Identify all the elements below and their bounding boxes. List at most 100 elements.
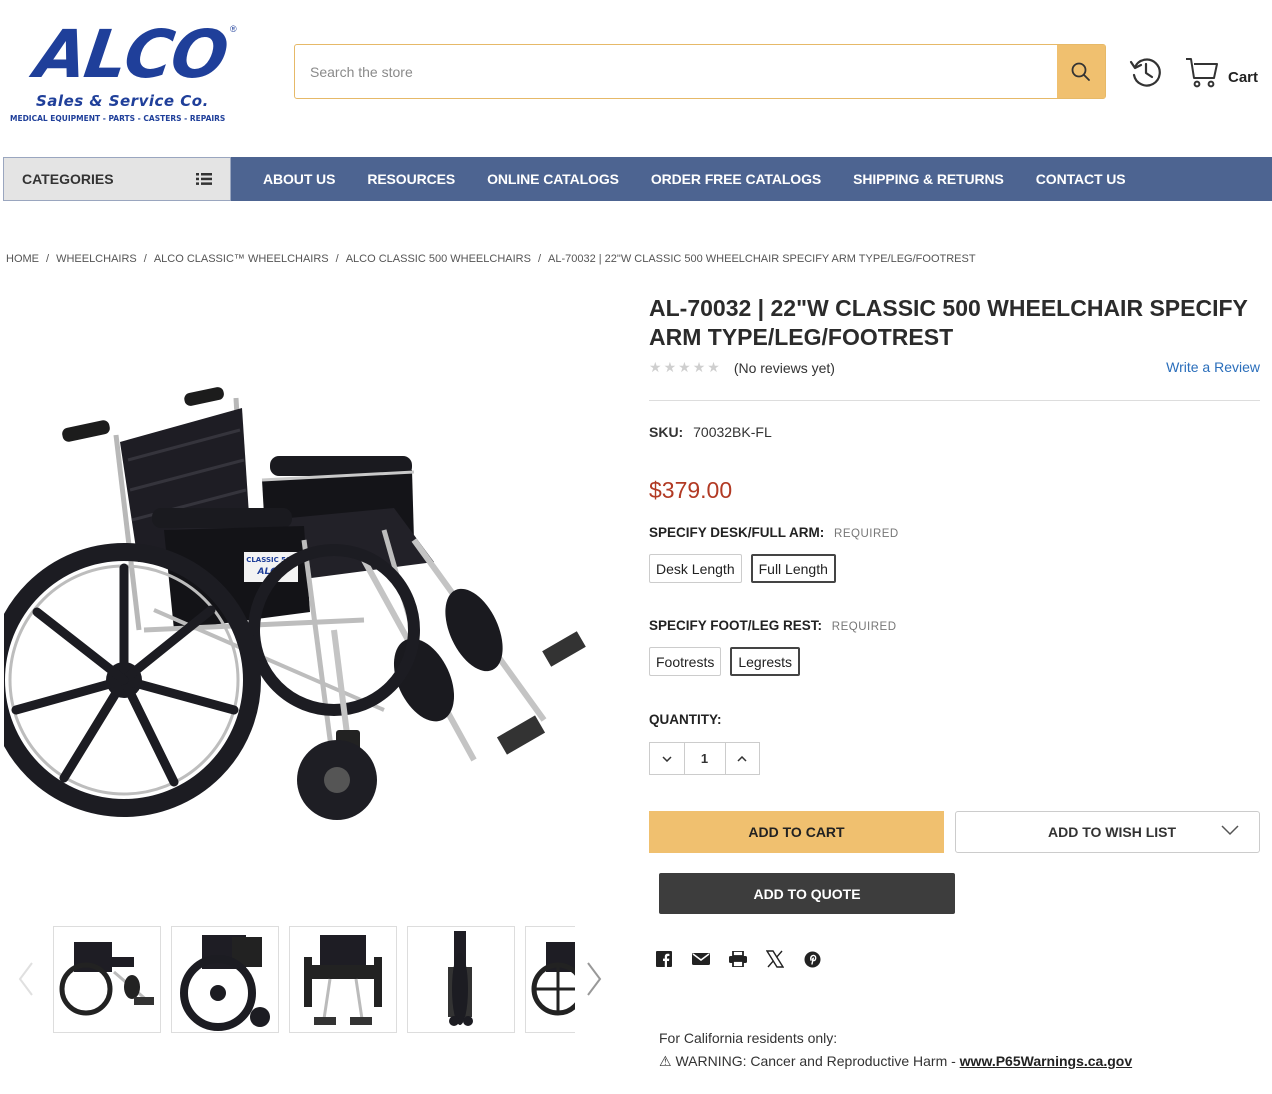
star-icon: ★ <box>707 359 720 375</box>
arm-option-choices: Desk Length Full Length <box>649 554 836 583</box>
quantity-decrease-button[interactable] <box>650 743 684 774</box>
categories-label: CATEGORIES <box>22 171 114 187</box>
legrest-option-title: SPECIFY FOOT/LEG REST: <box>649 618 823 633</box>
chevron-down-icon <box>1221 825 1239 836</box>
share-icons <box>655 948 821 970</box>
breadcrumb-classic-500[interactable]: ALCO CLASSIC 500 WHEELCHAIRS <box>346 253 531 265</box>
wishlist-label: ADD TO WISH LIST <box>1048 824 1177 840</box>
thumbnail-next-button[interactable] <box>580 954 608 1004</box>
legrest-option-choices: Footrests Legrests <box>649 647 801 676</box>
alco-logo[interactable]: ALCO ® Sales & Service Co. MEDICAL EQUIP… <box>8 16 258 127</box>
sku-value: 70032BK-FL <box>693 424 772 440</box>
star-icon: ★ <box>663 359 677 375</box>
breadcrumb: HOME / WHEELCHAIRS / ALCO CLASSIC™ WHEEL… <box>6 253 976 265</box>
chevron-up-icon <box>737 755 747 762</box>
write-review-link[interactable]: Write a Review <box>1166 359 1260 375</box>
logo-tagline: MEDICAL EQUIPMENT - PARTS - CASTERS - RE… <box>10 114 226 123</box>
thumbnail-1[interactable] <box>53 926 161 1033</box>
thumbnail-prev-button[interactable] <box>12 954 40 1004</box>
breadcrumb-wheelchairs[interactable]: WHEELCHAIRS <box>56 253 137 265</box>
breadcrumb-current: AL-70032 | 22"W CLASSIC 500 WHEELCHAIR S… <box>548 253 976 265</box>
thumbnail-3[interactable] <box>289 926 397 1033</box>
legrest-option-label: SPECIFY FOOT/LEG REST: REQUIRED <box>649 618 897 633</box>
divider <box>649 400 1260 401</box>
recently-viewed-button[interactable] <box>1126 52 1166 92</box>
print-icon[interactable] <box>729 948 747 970</box>
wheelchair-thumbnail <box>304 935 382 1025</box>
search-icon <box>1071 62 1090 81</box>
quantity-label: QUANTITY: <box>649 712 722 727</box>
add-to-cart-button[interactable]: ADD TO CART <box>649 811 944 853</box>
chevron-left-icon <box>18 962 33 996</box>
logo-wordmark: ALCO <box>30 16 232 93</box>
search-input[interactable] <box>295 45 1057 98</box>
option-legrests[interactable]: Legrests <box>730 647 801 676</box>
search-bar <box>294 44 1106 99</box>
quantity-increase-button[interactable] <box>726 743 760 774</box>
pinterest-icon[interactable] <box>803 948 821 970</box>
main-navigation: CATEGORIES ABOUT US RESOURCES ONLINE CAT… <box>3 157 1272 201</box>
required-indicator: REQUIRED <box>834 528 899 540</box>
add-to-quote-button[interactable]: ADD TO QUOTE <box>659 873 955 914</box>
breadcrumb-separator: / <box>537 253 541 265</box>
wheelchair-thumbnail <box>59 942 154 1016</box>
nav-shipping-returns[interactable]: SHIPPING & RETURNS <box>837 171 1020 187</box>
breadcrumb-separator: / <box>143 253 147 265</box>
thumbnail-2[interactable] <box>171 926 279 1033</box>
prop65-line1: For California residents only: <box>659 1030 838 1046</box>
categories-button[interactable]: CATEGORIES <box>3 157 231 201</box>
star-icon: ★ <box>692 359 706 375</box>
product-sku: SKU: 70032BK-FL <box>649 424 772 440</box>
history-icon <box>1129 58 1161 87</box>
rating-stars: ★ ★ ★ ★ ★ <box>649 359 720 376</box>
chevron-down-icon <box>662 755 672 762</box>
option-full-length[interactable]: Full Length <box>750 554 836 583</box>
quantity-stepper <box>649 742 760 775</box>
wheelchair-thumbnail <box>448 931 473 1026</box>
breadcrumb-separator: / <box>335 253 339 265</box>
product-main-image[interactable]: CLASSIC 500 ALCO <box>0 330 624 850</box>
nav-order-free-catalogs[interactable]: ORDER FREE CATALOGS <box>635 171 837 187</box>
prop65-link[interactable]: www.P65Warnings.ca.gov <box>960 1053 1132 1069</box>
product-price: $379.00 <box>649 477 733 503</box>
quantity-input[interactable] <box>683 743 726 774</box>
arm-option-title: SPECIFY DESK/FULL ARM: <box>649 525 825 540</box>
thumbnail-strip <box>53 926 575 1034</box>
facebook-icon[interactable] <box>655 948 673 970</box>
thumbnail-4[interactable] <box>407 926 515 1033</box>
product-title: AL-70032 | 22"W CLASSIC 500 WHEELCHAIR S… <box>649 295 1248 350</box>
nav-resources[interactable]: RESOURCES <box>351 171 471 187</box>
star-icon: ★ <box>649 359 662 375</box>
x-icon[interactable] <box>766 948 784 970</box>
nav-online-catalogs[interactable]: ONLINE CATALOGS <box>471 171 635 187</box>
wheelchair-thumbnail <box>180 935 270 1031</box>
logo-registered-mark: ® <box>230 24 237 34</box>
prop65-warning-text: ⚠ WARNING: Cancer and Reproductive Harm … <box>659 1053 960 1069</box>
logo-subtitle: Sales & Service Co. <box>36 92 209 110</box>
arm-option-label: SPECIFY DESK/FULL ARM: REQUIRED <box>649 525 899 540</box>
breadcrumb-alco-classic[interactable]: ALCO CLASSIC™ WHEELCHAIRS <box>154 253 329 265</box>
star-icon: ★ <box>678 359 691 375</box>
nav-contact-us[interactable]: CONTACT US <box>1020 171 1142 187</box>
search-button[interactable] <box>1057 45 1105 98</box>
wheelchair-thumbnail <box>531 942 575 1016</box>
list-icon <box>196 173 212 185</box>
thumbnail-5[interactable] <box>525 926 575 1033</box>
add-to-wishlist-button[interactable]: ADD TO WISH LIST <box>955 811 1260 853</box>
breadcrumb-separator: / <box>46 253 50 265</box>
cart-label: Cart <box>1228 68 1259 86</box>
cart-button[interactable]: Cart <box>1184 52 1258 92</box>
cart-icon <box>1186 58 1218 88</box>
reviews-count: (No reviews yet) <box>733 359 835 376</box>
sku-label: SKU: <box>649 424 684 440</box>
chevron-right-icon <box>587 962 602 996</box>
email-icon[interactable] <box>692 948 710 970</box>
breadcrumb-home[interactable]: HOME <box>6 253 39 265</box>
prop65-warning: ⚠ WARNING: Cancer and Reproductive Harm … <box>659 1050 1132 1073</box>
product-rating: ★ ★ ★ ★ ★ (No reviews yet) <box>649 359 835 376</box>
wheelchair-illustration: CLASSIC 500 ALCO <box>0 387 586 820</box>
option-footrests[interactable]: Footrests <box>649 647 722 676</box>
nav-about-us[interactable]: ABOUT US <box>247 171 351 187</box>
prop65-notice: For California residents only: ⚠ WARNING… <box>659 1027 1132 1073</box>
option-desk-length[interactable]: Desk Length <box>649 554 742 583</box>
